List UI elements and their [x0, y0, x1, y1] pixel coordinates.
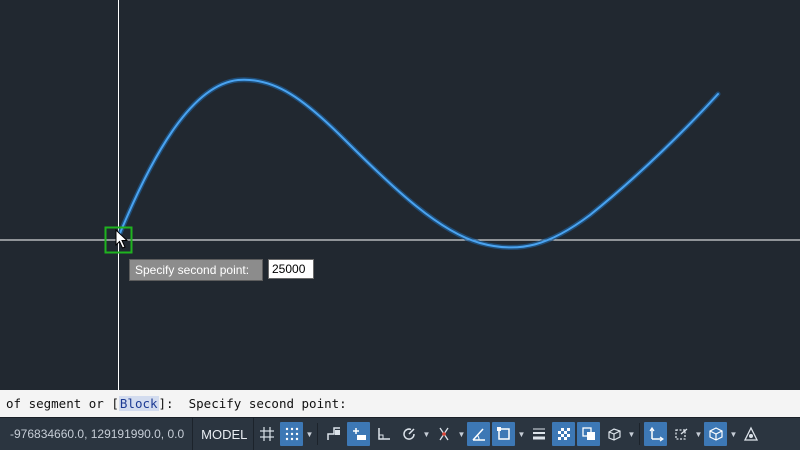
snap-icon[interactable] — [280, 422, 304, 446]
3d-object-snap-icon[interactable] — [602, 422, 625, 446]
drawing-svg[interactable] — [0, 0, 800, 390]
dynamic-input-icon[interactable] — [347, 422, 371, 446]
object-snap-tracking-icon[interactable] — [467, 422, 491, 446]
drawing-canvas[interactable]: Specify second point: 25000 — [0, 0, 800, 390]
dynamic-ucs-icon[interactable] — [644, 422, 668, 446]
3d-osnap-dropdown-icon[interactable]: ▼ — [626, 422, 636, 446]
coordinate-readout[interactable]: -976834660.0, 129191990.0, 0.0 — [0, 418, 194, 450]
command-prompt-suffix: ]: Specify second point: — [158, 396, 347, 411]
ortho-icon[interactable] — [372, 422, 395, 446]
lineweight-icon[interactable] — [527, 422, 550, 446]
command-line[interactable]: of segment or [Block]: Specify second po… — [0, 390, 800, 417]
gizmo-dropdown-icon[interactable]: ▼ — [728, 422, 738, 446]
spline-glow — [115, 77, 721, 250]
dynamic-input-field[interactable]: 25000 — [268, 259, 314, 279]
infer-constraints-icon[interactable] — [322, 422, 345, 446]
command-prompt-prefix: of segment or [ — [6, 396, 119, 411]
spline-curve[interactable] — [117, 78, 719, 249]
selection-filter-dropdown-icon[interactable]: ▼ — [693, 422, 703, 446]
selection-cycling-icon[interactable] — [577, 422, 601, 446]
object-snap-dropdown-icon[interactable]: ▼ — [516, 422, 526, 446]
divider — [639, 423, 641, 445]
polar-tracking-icon[interactable] — [397, 422, 420, 446]
annotation-visibility-icon[interactable] — [739, 422, 762, 446]
selection-filter-icon[interactable] — [669, 422, 692, 446]
model-space-button[interactable]: MODEL — [195, 418, 255, 450]
status-bar: -976834660.0, 129191990.0, 0.0 MODEL ▼ ▼… — [0, 417, 800, 450]
gizmo-icon[interactable] — [704, 422, 728, 446]
grid-icon[interactable] — [255, 422, 278, 446]
command-option-block[interactable]: Block — [118, 396, 159, 411]
polar-dropdown-icon[interactable]: ▼ — [421, 422, 431, 446]
isodraft-icon[interactable] — [432, 422, 455, 446]
divider — [317, 423, 319, 445]
dynamic-input-prompt: Specify second point: — [129, 259, 263, 281]
object-snap-icon[interactable] — [492, 422, 516, 446]
isodraft-dropdown-icon[interactable]: ▼ — [456, 422, 466, 446]
snap-dropdown-icon[interactable]: ▼ — [304, 422, 314, 446]
transparency-icon[interactable] — [552, 422, 576, 446]
